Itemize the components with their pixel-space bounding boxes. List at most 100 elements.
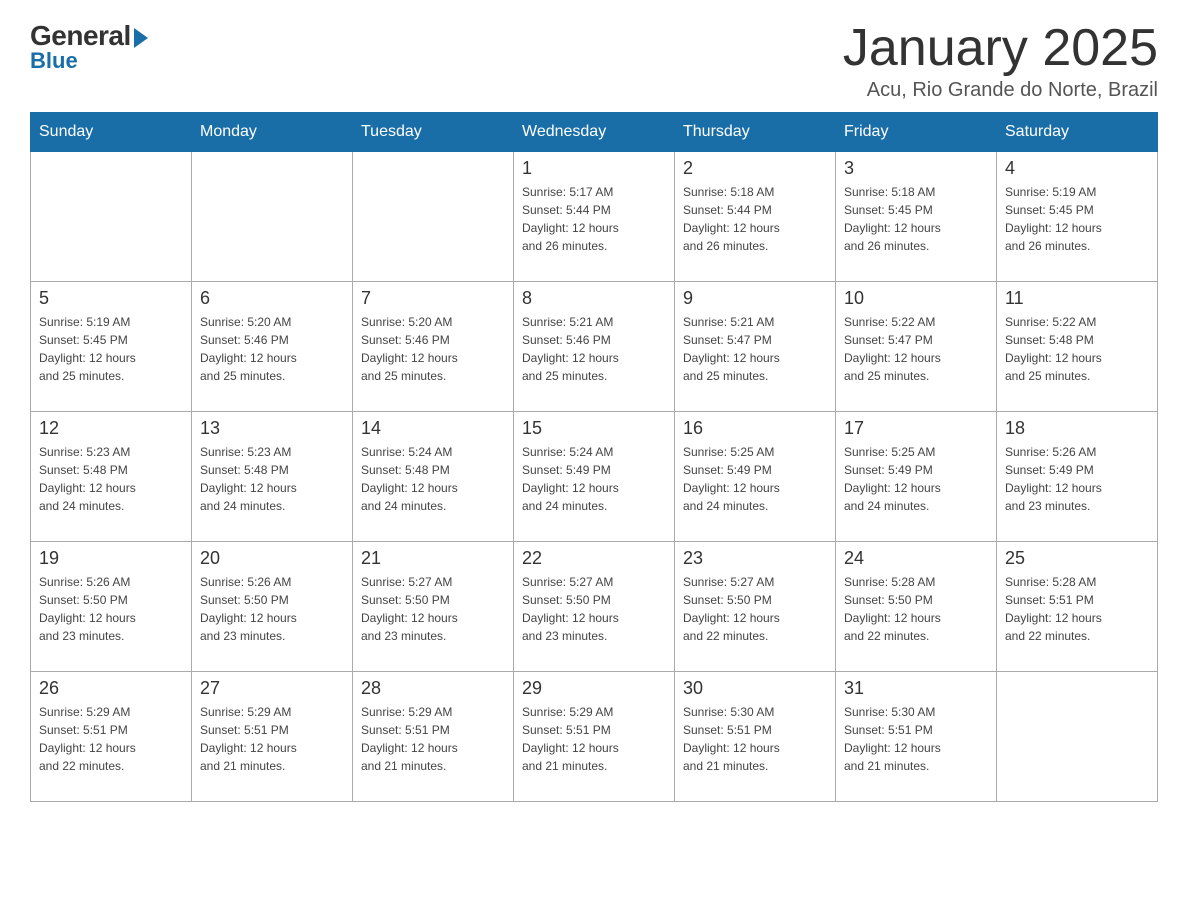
calendar-cell: 23Sunrise: 5:27 AM Sunset: 5:50 PM Dayli…: [675, 542, 836, 672]
calendar-cell: 17 Sunrise: 5:25 AM Sunset: 5:49 PM Dayli…: [836, 412, 997, 542]
calendar-cell: 8 Sunrise: 5:21 AM Sunset: 5:46 PM Daylig…: [514, 282, 675, 412]
day-number: 21: [361, 548, 505, 569]
calendar-cell: 15 Sunrise: 5:24 AM Sunset: 5:49 PM Dayli…: [514, 412, 675, 542]
calendar-cell: 11 Sunrise: 5:22 AM Sunset: 5:48 PM Dayli…: [997, 282, 1158, 412]
calendar-cell: 18 Sunrise: 5:26 AM Sunset: 5:49 PM Dayli…: [997, 412, 1158, 542]
day-number: 25: [1005, 548, 1149, 569]
day-info: Sunrise: 5:28 AM Sunset: 5:51 PM Dayligh…: [1005, 573, 1149, 645]
day-info: Sunrise: 5:27 AM Sunset: 5:50 PM Dayligh…: [522, 573, 666, 645]
day-number: 19: [39, 548, 183, 569]
day-number: 27: [200, 678, 344, 699]
day-info: Sunrise: 5:19 AM Sunset: 5:45 PM Dayligh…: [39, 313, 183, 385]
day-info: Sunrise: 5:26 AM Sunset: 5:49 PM Dayligh…: [1005, 443, 1149, 515]
day-number: 15: [522, 418, 666, 439]
day-header-tuesday: Tuesday: [353, 113, 514, 152]
month-title: January 2025: [843, 20, 1158, 77]
calendar-cell: 28 Sunrise: 5:29 AM Sunset: 5:51 PM Dayli…: [353, 672, 514, 802]
day-info: Sunrise: 5:20 AM Sunset: 5:46 PM Dayligh…: [361, 313, 505, 385]
day-number: 31: [844, 678, 988, 699]
day-info: Sunrise: 5:27 AM Sunset: 5:50 PM Dayligh…: [361, 573, 505, 645]
day-info: Sunrise: 5:22 AM Sunset: 5:47 PM Dayligh…: [844, 313, 988, 385]
calendar-cell: 14Sunrise: 5:24 AM Sunset: 5:48 PM Dayli…: [353, 412, 514, 542]
calendar-cell: 24Sunrise: 5:28 AM Sunset: 5:50 PM Dayli…: [836, 542, 997, 672]
calendar-cell: 4 Sunrise: 5:19 AM Sunset: 5:45 PM Daylig…: [997, 152, 1158, 282]
calendar-cell: 19 Sunrise: 5:26 AM Sunset: 5:50 PM Dayli…: [31, 542, 192, 672]
calendar-cell: 30 Sunrise: 5:30 AM Sunset: 5:51 PM Dayli…: [675, 672, 836, 802]
day-info: Sunrise: 5:29 AM Sunset: 5:51 PM Dayligh…: [361, 703, 505, 775]
calendar-cell: 5 Sunrise: 5:19 AM Sunset: 5:45 PM Daylig…: [31, 282, 192, 412]
day-info: Sunrise: 5:25 AM Sunset: 5:49 PM Dayligh…: [844, 443, 988, 515]
day-info: Sunrise: 5:18 AM Sunset: 5:45 PM Dayligh…: [844, 183, 988, 255]
day-info: Sunrise: 5:26 AM Sunset: 5:50 PM Dayligh…: [39, 573, 183, 645]
day-info: Sunrise: 5:26 AM Sunset: 5:50 PM Dayligh…: [200, 573, 344, 645]
day-number: 18: [1005, 418, 1149, 439]
day-header-wednesday: Wednesday: [514, 113, 675, 152]
title-section: January 2025 Acu, Rio Grande do Norte, B…: [843, 20, 1158, 102]
day-info: Sunrise: 5:25 AM Sunset: 5:49 PM Dayligh…: [683, 443, 827, 515]
calendar-header: SundayMondayTuesdayWednesdayThursdayFrid…: [31, 113, 1158, 152]
day-number: 20: [200, 548, 344, 569]
day-number: 24: [844, 548, 988, 569]
day-number: 4: [1005, 158, 1149, 179]
calendar-cell: 31 Sunrise: 5:30 AM Sunset: 5:51 PM Dayli…: [836, 672, 997, 802]
day-number: 28: [361, 678, 505, 699]
day-info: Sunrise: 5:27 AM Sunset: 5:50 PM Dayligh…: [683, 573, 827, 645]
page-header: General Blue January 2025 Acu, Rio Grand…: [30, 20, 1158, 102]
logo: General Blue: [30, 20, 148, 74]
day-number: 17: [844, 418, 988, 439]
day-info: Sunrise: 5:23 AM Sunset: 5:48 PM Dayligh…: [200, 443, 344, 515]
day-info: Sunrise: 5:30 AM Sunset: 5:51 PM Dayligh…: [844, 703, 988, 775]
day-number: 8: [522, 288, 666, 309]
calendar-cell: 10 Sunrise: 5:22 AM Sunset: 5:47 PM Dayli…: [836, 282, 997, 412]
calendar-cell: 27 Sunrise: 5:29 AM Sunset: 5:51 PM Dayli…: [192, 672, 353, 802]
day-info: Sunrise: 5:29 AM Sunset: 5:51 PM Dayligh…: [200, 703, 344, 775]
day-number: 11: [1005, 288, 1149, 309]
day-number: 14: [361, 418, 505, 439]
calendar-cell: [353, 152, 514, 282]
calendar-cell: 20 Sunrise: 5:26 AM Sunset: 5:50 PM Dayli…: [192, 542, 353, 672]
day-number: 9: [683, 288, 827, 309]
calendar-week-2: 5 Sunrise: 5:19 AM Sunset: 5:45 PM Daylig…: [31, 282, 1158, 412]
day-info: Sunrise: 5:30 AM Sunset: 5:51 PM Dayligh…: [683, 703, 827, 775]
calendar-cell: 2Sunrise: 5:18 AM Sunset: 5:44 PM Daylig…: [675, 152, 836, 282]
day-number: 26: [39, 678, 183, 699]
day-info: Sunrise: 5:22 AM Sunset: 5:48 PM Dayligh…: [1005, 313, 1149, 385]
calendar-cell: [31, 152, 192, 282]
calendar-week-5: 26 Sunrise: 5:29 AM Sunset: 5:51 PM Dayli…: [31, 672, 1158, 802]
day-headers-row: SundayMondayTuesdayWednesdayThursdayFrid…: [31, 113, 1158, 152]
calendar-cell: 12 Sunrise: 5:23 AM Sunset: 5:48 PM Dayli…: [31, 412, 192, 542]
calendar-cell: 22 Sunrise: 5:27 AM Sunset: 5:50 PM Dayli…: [514, 542, 675, 672]
day-info: Sunrise: 5:29 AM Sunset: 5:51 PM Dayligh…: [522, 703, 666, 775]
day-info: Sunrise: 5:24 AM Sunset: 5:49 PM Dayligh…: [522, 443, 666, 515]
day-header-monday: Monday: [192, 113, 353, 152]
day-info: Sunrise: 5:19 AM Sunset: 5:45 PM Dayligh…: [1005, 183, 1149, 255]
day-number: 2: [683, 158, 827, 179]
day-header-friday: Friday: [836, 113, 997, 152]
calendar-cell: 3 Sunrise: 5:18 AM Sunset: 5:45 PM Daylig…: [836, 152, 997, 282]
calendar-cell: 26Sunrise: 5:29 AM Sunset: 5:51 PM Dayli…: [31, 672, 192, 802]
calendar-cell: [192, 152, 353, 282]
calendar-body: 1Sunrise: 5:17 AM Sunset: 5:44 PM Daylig…: [31, 152, 1158, 802]
day-number: 22: [522, 548, 666, 569]
calendar-cell: [997, 672, 1158, 802]
day-number: 7: [361, 288, 505, 309]
day-number: 3: [844, 158, 988, 179]
calendar-cell: 6 Sunrise: 5:20 AM Sunset: 5:46 PM Daylig…: [192, 282, 353, 412]
day-number: 10: [844, 288, 988, 309]
calendar-cell: 25 Sunrise: 5:28 AM Sunset: 5:51 PM Dayli…: [997, 542, 1158, 672]
day-number: 5: [39, 288, 183, 309]
day-info: Sunrise: 5:21 AM Sunset: 5:46 PM Dayligh…: [522, 313, 666, 385]
calendar-week-3: 12 Sunrise: 5:23 AM Sunset: 5:48 PM Dayli…: [31, 412, 1158, 542]
day-info: Sunrise: 5:20 AM Sunset: 5:46 PM Dayligh…: [200, 313, 344, 385]
day-number: 30: [683, 678, 827, 699]
logo-arrow-icon: [134, 28, 148, 48]
calendar-cell: 9 Sunrise: 5:21 AM Sunset: 5:47 PM Daylig…: [675, 282, 836, 412]
day-info: Sunrise: 5:23 AM Sunset: 5:48 PM Dayligh…: [39, 443, 183, 515]
day-info: Sunrise: 5:17 AM Sunset: 5:44 PM Dayligh…: [522, 183, 666, 255]
calendar-cell: 7 Sunrise: 5:20 AM Sunset: 5:46 PM Daylig…: [353, 282, 514, 412]
day-header-thursday: Thursday: [675, 113, 836, 152]
calendar-cell: 29Sunrise: 5:29 AM Sunset: 5:51 PM Dayli…: [514, 672, 675, 802]
day-number: 12: [39, 418, 183, 439]
day-info: Sunrise: 5:21 AM Sunset: 5:47 PM Dayligh…: [683, 313, 827, 385]
day-number: 6: [200, 288, 344, 309]
